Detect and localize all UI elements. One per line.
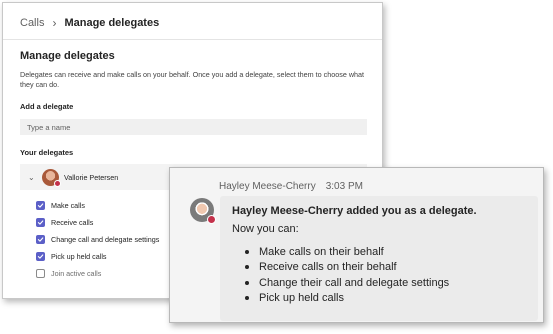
message-intro: Now you can: bbox=[232, 223, 299, 235]
chevron-right-icon: › bbox=[52, 16, 57, 30]
chevron-down-icon[interactable]: ⌄ bbox=[28, 173, 40, 182]
checkbox-checked[interactable] bbox=[36, 235, 45, 244]
delegate-name: Vallorie Petersen bbox=[64, 172, 119, 182]
message-meta: Hayley Meese-Cherry 3:03 PM bbox=[219, 181, 363, 192]
permission-pick-up-held-calls[interactable]: Pick up held calls bbox=[36, 248, 159, 265]
list-item: Receive calls on their behalf bbox=[245, 260, 526, 276]
message-bubble: Hayley Meese-Cherry added you as a deleg… bbox=[220, 196, 538, 321]
permission-join-active-calls[interactable]: Join active calls bbox=[36, 265, 159, 282]
checkbox-checked[interactable] bbox=[36, 201, 45, 210]
presence-busy-icon bbox=[54, 179, 61, 187]
permission-label: Join active calls bbox=[51, 269, 102, 278]
presence-busy-icon bbox=[207, 215, 216, 224]
breadcrumb-calls-link[interactable]: Calls bbox=[20, 17, 44, 29]
list-item: Pick up held calls bbox=[245, 291, 526, 307]
message-timestamp: 3:03 PM bbox=[325, 181, 363, 192]
breadcrumb: Calls › Manage delegates bbox=[20, 15, 159, 31]
permission-label: Make calls bbox=[51, 201, 85, 210]
message-heading: Hayley Meese-Cherry added you as a deleg… bbox=[232, 205, 477, 217]
your-delegates-label: Your delegates bbox=[20, 148, 74, 157]
checkbox-checked[interactable] bbox=[36, 218, 45, 227]
page-title: Manage delegates bbox=[20, 50, 115, 62]
permission-label: Pick up held calls bbox=[51, 252, 107, 261]
permission-label: Change call and delegate settings bbox=[51, 235, 160, 244]
avatar bbox=[42, 168, 61, 187]
permissions-list: Make calls Receive calls Change call and… bbox=[36, 197, 159, 282]
checkbox-checked[interactable] bbox=[36, 252, 45, 261]
bullet-icon bbox=[245, 296, 249, 301]
message-list: Make calls on their behalf Receive calls… bbox=[245, 244, 526, 306]
permission-label: Receive calls bbox=[51, 218, 94, 227]
list-item-text: Receive calls on their behalf bbox=[259, 261, 397, 274]
delegate-name-input[interactable] bbox=[20, 119, 367, 135]
chat-message-window: Hayley Meese-Cherry 3:03 PM Hayley Meese… bbox=[169, 167, 544, 323]
bullet-icon bbox=[245, 280, 249, 285]
list-item-text: Make calls on their behalf bbox=[259, 245, 384, 258]
breadcrumb-current: Manage delegates bbox=[64, 17, 160, 29]
permission-change-settings[interactable]: Change call and delegate settings bbox=[36, 231, 159, 248]
bullet-icon bbox=[245, 249, 249, 254]
list-item: Change their call and delegate settings bbox=[245, 275, 526, 291]
checkbox-unchecked[interactable] bbox=[36, 269, 45, 278]
page-description: Delegates can receive and make calls on … bbox=[20, 70, 365, 89]
list-item-text: Pick up held calls bbox=[259, 292, 344, 305]
bullet-icon bbox=[245, 265, 249, 270]
add-delegate-label: Add a delegate bbox=[20, 102, 74, 111]
sender-name: Hayley Meese-Cherry bbox=[219, 181, 316, 192]
list-item-text: Change their call and delegate settings bbox=[259, 276, 450, 289]
permission-receive-calls[interactable]: Receive calls bbox=[36, 214, 159, 231]
header-divider bbox=[3, 39, 382, 40]
permission-make-calls[interactable]: Make calls bbox=[36, 197, 159, 214]
sender-avatar[interactable] bbox=[190, 198, 216, 224]
list-item: Make calls on their behalf bbox=[245, 244, 526, 260]
